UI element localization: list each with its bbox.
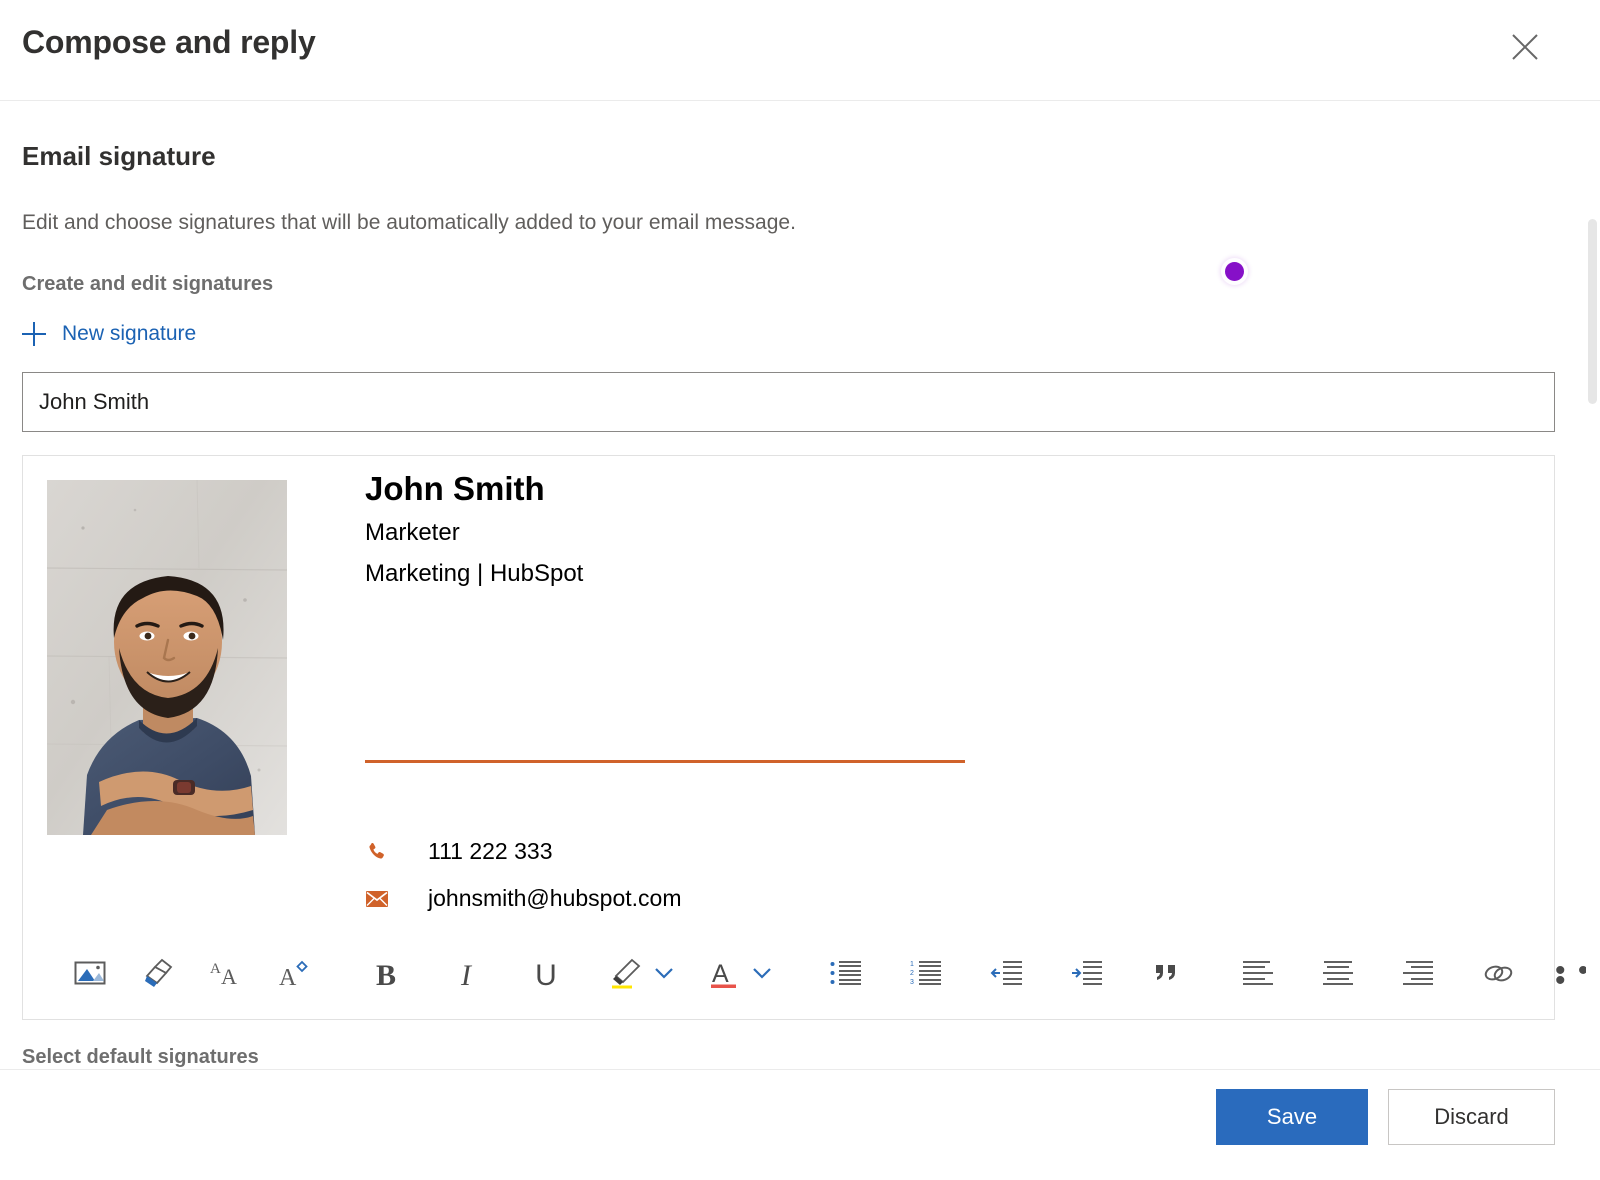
highlight-icon <box>609 957 643 994</box>
signature-photo <box>47 480 287 835</box>
insert-picture-icon <box>74 959 106 992</box>
quote-icon <box>1153 961 1179 990</box>
font-color-button[interactable]: A <box>701 953 747 999</box>
font-color-icon: A <box>709 957 739 994</box>
signature-editor: John Smith Marketer Marketing | HubSpot … <box>22 455 1555 1020</box>
compose-and-reply-dialog: Compose and reply Email signature Edit a… <box>0 0 1600 1180</box>
increase-indent-icon <box>1069 960 1103 991</box>
svg-text:2: 2 <box>910 970 914 977</box>
discard-button[interactable]: Discard <box>1388 1089 1555 1145</box>
highlight-button[interactable] <box>603 953 649 999</box>
link-icon <box>1481 960 1515 991</box>
formatting-toolbar: A A A B <box>23 932 1554 1019</box>
insert-link-button[interactable] <box>1475 953 1521 999</box>
highlight-chevron-down-icon <box>654 966 674 985</box>
scrollbar-track[interactable] <box>1586 101 1600 1069</box>
bulleted-list-button[interactable] <box>823 953 869 999</box>
font-style-button[interactable]: A <box>271 953 317 999</box>
insert-picture-button[interactable] <box>67 953 113 999</box>
save-button[interactable]: Save <box>1216 1089 1368 1145</box>
section-description: Edit and choose signatures that will be … <box>22 211 796 235</box>
numbered-list-button[interactable]: 1 2 3 <box>903 953 949 999</box>
contact-row-website <box>365 922 681 931</box>
bulleted-list-icon <box>830 960 862 991</box>
signature-name-input[interactable] <box>23 373 1554 431</box>
svg-text:A: A <box>221 964 237 988</box>
font-size-icon: A A <box>209 958 243 993</box>
plus-icon <box>22 322 46 346</box>
font-size-button[interactable]: A A <box>203 953 249 999</box>
bold-button[interactable]: B <box>363 953 409 999</box>
scrollbar-thumb[interactable] <box>1588 219 1597 404</box>
section-title: Email signature <box>22 141 216 172</box>
dialog-header: Compose and reply <box>0 0 1600 101</box>
font-color-chevron-down-icon <box>752 966 772 985</box>
select-default-signatures-label: Select default signatures <box>22 1046 259 1069</box>
svg-text:1: 1 <box>910 961 914 968</box>
settings-body: Email signature Edit and choose signatur… <box>0 101 1600 1069</box>
format-painter-button[interactable] <box>135 953 181 999</box>
quote-button[interactable] <box>1143 953 1189 999</box>
align-center-button[interactable] <box>1315 953 1361 999</box>
underline-button[interactable]: U <box>523 953 569 999</box>
page-title: Compose and reply <box>22 24 316 61</box>
contact-row-email: johnsmith@hubspot.com <box>365 875 681 922</box>
new-signature-button[interactable]: New signature <box>22 322 196 346</box>
signature-text-block: John Smith Marketer Marketing | HubSpot <box>365 466 1465 594</box>
signature-contact-list: 111 222 333 johnsmith@hubspot.com <box>365 828 681 931</box>
italic-label: I <box>461 959 471 993</box>
increase-indent-button[interactable] <box>1063 953 1109 999</box>
highlight-color-dropdown[interactable] <box>649 953 679 999</box>
underline-label: U <box>535 959 557 993</box>
font-color-dropdown[interactable] <box>747 953 777 999</box>
contact-email-text: johnsmith@hubspot.com <box>428 885 681 912</box>
svg-text:3: 3 <box>910 979 914 986</box>
decrease-indent-button[interactable] <box>983 953 1029 999</box>
align-center-icon <box>1321 960 1355 991</box>
signature-person-name: John Smith <box>365 466 1465 512</box>
format-painter-icon <box>142 958 174 993</box>
align-right-button[interactable] <box>1395 953 1441 999</box>
close-button[interactable] <box>1498 20 1552 74</box>
dialog-footer: Save Discard <box>0 1069 1600 1180</box>
signature-role: Marketer <box>365 512 1465 553</box>
align-left-icon <box>1241 960 1275 991</box>
create-and-edit-label: Create and edit signatures <box>22 273 273 296</box>
phone-icon <box>365 839 401 865</box>
envelope-icon <box>365 886 401 912</box>
signature-name-field-wrapper <box>22 372 1555 432</box>
svg-text:A: A <box>279 965 297 988</box>
signature-divider <box>365 760 965 763</box>
close-icon <box>1510 32 1540 62</box>
decrease-indent-icon <box>989 960 1023 991</box>
signature-department: Marketing | HubSpot <box>365 553 1465 594</box>
align-left-button[interactable] <box>1235 953 1281 999</box>
contact-phone-text: 111 222 333 <box>428 838 553 865</box>
numbered-list-icon: 1 2 3 <box>910 960 942 991</box>
align-right-icon <box>1401 960 1435 991</box>
italic-button[interactable]: I <box>443 953 489 999</box>
new-signature-label: New signature <box>62 322 196 346</box>
bold-label: B <box>376 959 396 993</box>
contact-row-phone: 111 222 333 <box>365 828 681 875</box>
font-style-icon: A <box>277 958 311 993</box>
svg-text:A: A <box>712 960 729 988</box>
signature-editor-content[interactable]: John Smith Marketer Marketing | HubSpot … <box>23 456 1554 931</box>
svg-text:A: A <box>210 961 221 977</box>
